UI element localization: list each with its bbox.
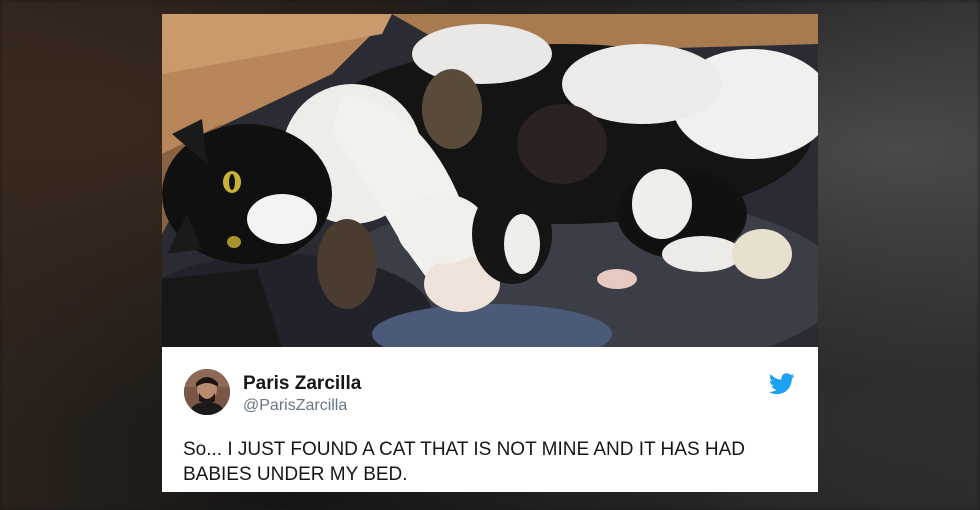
twitter-bird-icon[interactable] [768, 373, 795, 395]
tweet-card[interactable]: Paris Zarcilla @ParisZarcilla So... I JU… [162, 14, 818, 492]
author-avatar[interactable] [184, 369, 230, 415]
cat-photo-illustration [162, 14, 818, 347]
author-name[interactable]: Paris Zarcilla [243, 373, 361, 395]
tweet-photo[interactable] [162, 14, 818, 347]
tweet-text: So... I JUST FOUND A CAT THAT IS NOT MIN… [183, 439, 746, 485]
avatar-portrait-icon [184, 369, 230, 415]
author-handle[interactable]: @ParisZarcilla [243, 397, 347, 415]
tweet-body: Paris Zarcilla @ParisZarcilla So... I JU… [162, 347, 818, 492]
